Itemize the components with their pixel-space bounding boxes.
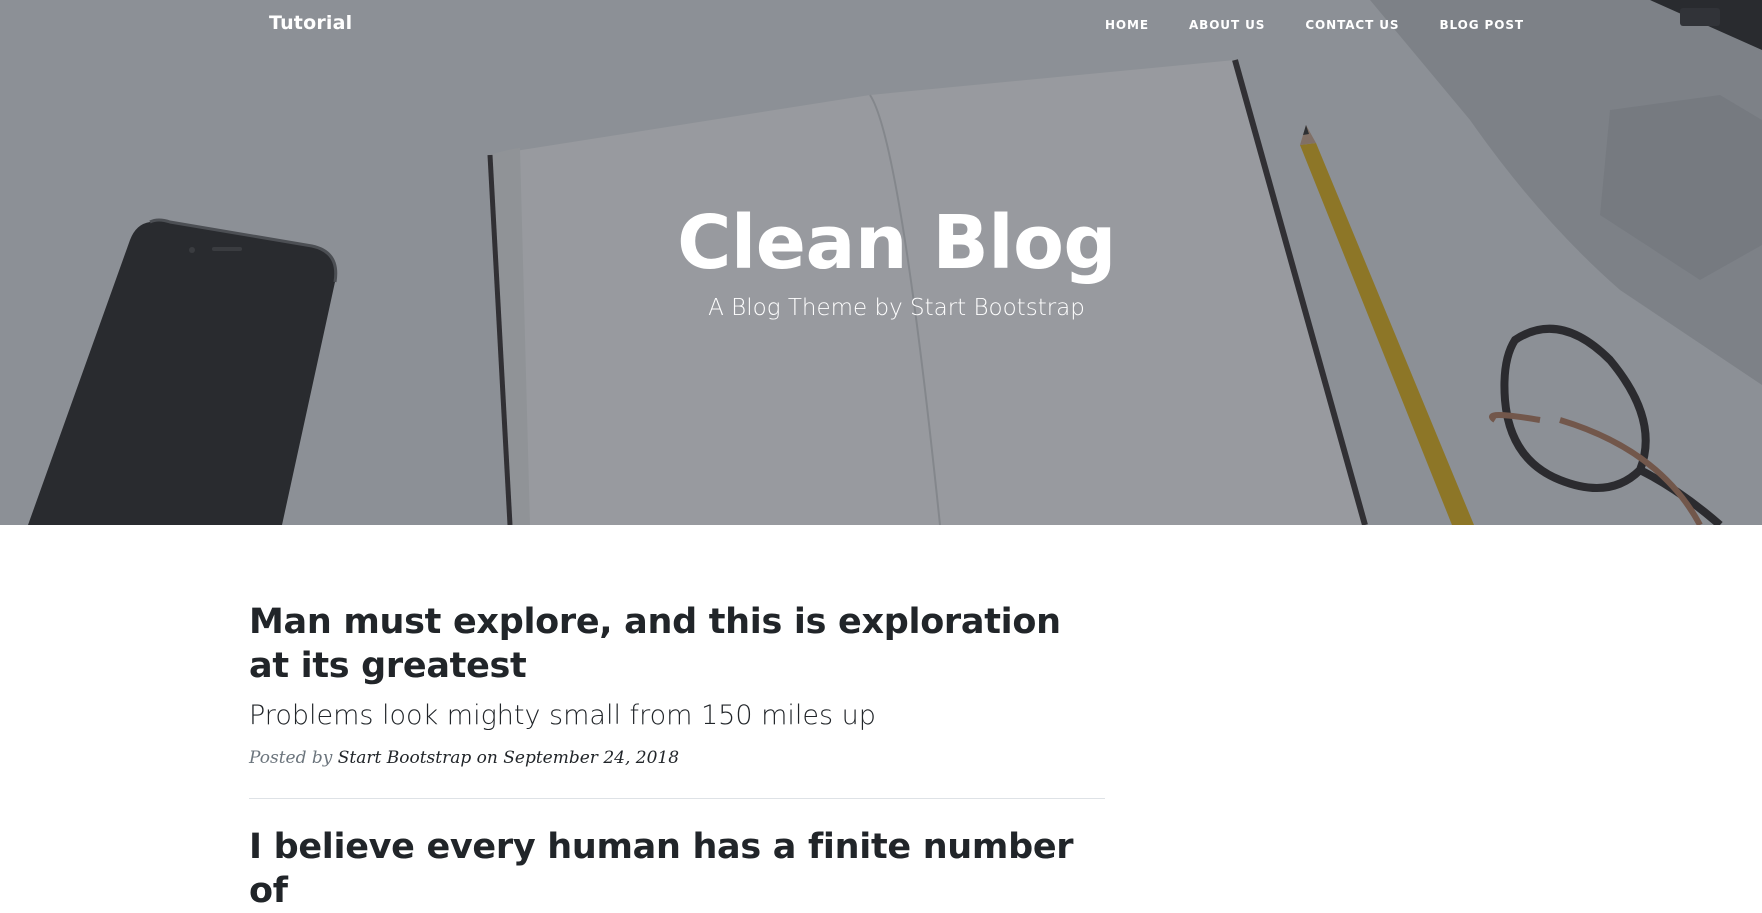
site-title: Clean Blog [677, 200, 1116, 286]
top-navbar: Tutorial HOME ABOUT US CONTACT US BLOG P… [0, 0, 1762, 52]
nav-menu: HOME ABOUT US CONTACT US BLOG POST [1065, 18, 1524, 32]
post-meta: Posted by Start Bootstrap on September 2… [249, 748, 1105, 768]
post-divider [249, 798, 1105, 799]
post-meta-prefix: Posted by [249, 748, 333, 768]
nav-contact-link[interactable]: CONTACT US [1305, 18, 1399, 32]
brand-link[interactable]: Tutorial [269, 12, 352, 34]
nav-home-link[interactable]: HOME [1105, 18, 1149, 32]
post-preview: I believe every human has a finite numbe… [249, 825, 1105, 913]
nav-about-link[interactable]: ABOUT US [1189, 18, 1265, 32]
post-author-link[interactable]: Start Bootstrap [338, 748, 471, 768]
post-title: Man must explore, and this is exploratio… [249, 602, 1061, 686]
post-link[interactable]: Man must explore, and this is exploratio… [249, 600, 1105, 734]
post-link[interactable]: I believe every human has a finite numbe… [249, 825, 1105, 913]
nav-blog-post-link[interactable]: BLOG POST [1439, 18, 1524, 32]
post-date: on September 24, 2018 [476, 748, 680, 768]
post-list: Man must explore, and this is exploratio… [249, 600, 1105, 913]
masthead: Tutorial HOME ABOUT US CONTACT US BLOG P… [0, 0, 1762, 525]
site-heading: Clean Blog A Blog Theme by Start Bootstr… [0, 195, 1762, 325]
site-subtitle: A Blog Theme by Start Bootstrap [708, 295, 1085, 321]
post-subtitle: Problems look mighty small from 150 mile… [249, 700, 876, 731]
post-preview: Man must explore, and this is exploratio… [249, 600, 1105, 768]
post-title: I believe every human has a finite numbe… [249, 827, 1074, 911]
